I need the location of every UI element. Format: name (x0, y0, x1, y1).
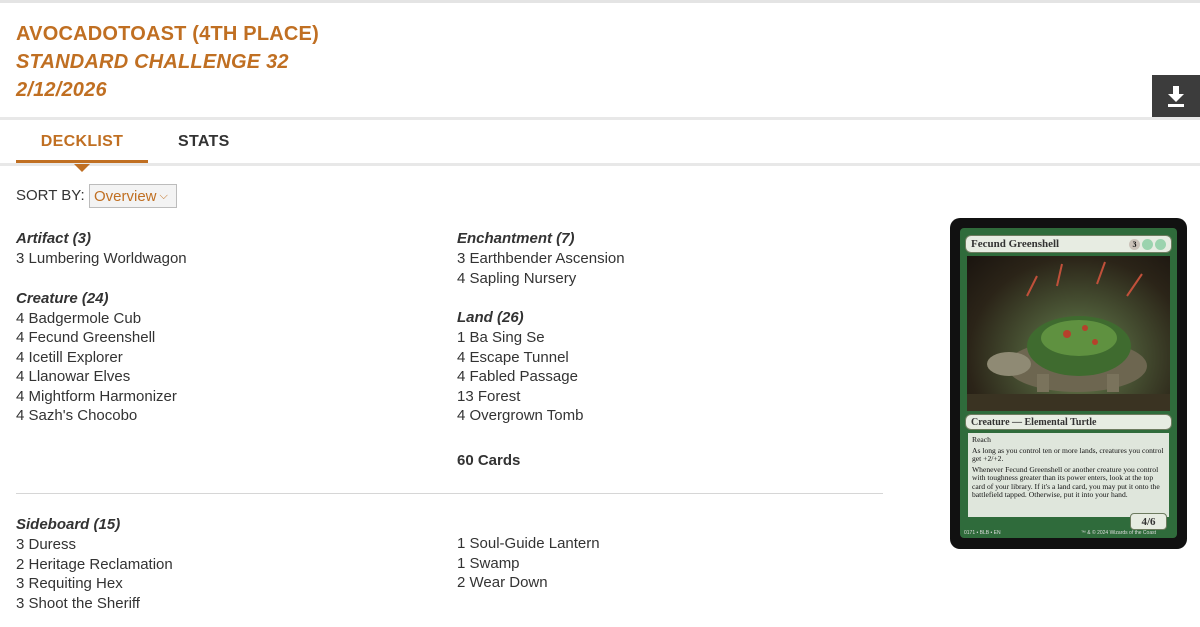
category-heading: Land (26) (457, 309, 524, 326)
player-title: AVOCADOTOAST (4TH PLACE) (16, 23, 319, 45)
tab-decklist[interactable]: DECKLIST (16, 133, 148, 151)
mana-cost: 3 (1129, 238, 1166, 250)
card-line[interactable]: 4 Mightform Harmonizer (16, 387, 187, 407)
deck-column-left: Artifact (3) 3 Lumbering Worldwagon Crea… (16, 229, 187, 426)
card-line[interactable]: 13 Forest (457, 387, 625, 407)
tabs-divider (0, 163, 1200, 166)
card-line[interactable]: 2 Wear Down (457, 573, 600, 593)
card-line[interactable]: 4 Overgrown Tomb (457, 406, 625, 426)
green-mana-icon (1155, 238, 1166, 250)
category-heading: Artifact (3) (16, 230, 92, 247)
card-line[interactable]: 3 Earthbender Ascension (457, 249, 625, 269)
download-icon (1168, 86, 1184, 107)
event-title: STANDARD CHALLENGE 32 (16, 51, 289, 73)
card-line[interactable]: 4 Sazh's Chocobo (16, 406, 187, 426)
card-copyright: ™ & © 2024 Wizards of the Coast (1080, 530, 1156, 536)
card-art (967, 256, 1170, 411)
sort-select-value: Overview (94, 187, 157, 205)
card-line[interactable]: 4 Icetill Explorer (16, 348, 187, 368)
download-button[interactable] (1152, 75, 1200, 117)
generic-mana-icon: 3 (1129, 238, 1140, 250)
sideboard-column-left: Sideboard (15) 3 Duress 2 Heritage Recla… (16, 515, 173, 613)
card-line[interactable]: 3 Lumbering Worldwagon (16, 249, 187, 269)
card-ability: As long as you control ten or more lands… (972, 445, 1164, 463)
card-line[interactable]: 3 Duress (16, 535, 173, 555)
turtle-illustration (967, 261, 1170, 411)
category-heading: Enchantment (7) (457, 230, 575, 247)
card-line[interactable]: 4 Escape Tunnel (457, 348, 625, 368)
card-ability: Whenever Fecund Greenshell or another cr… (972, 464, 1160, 499)
sort-label: SORT BY: (16, 187, 85, 204)
card-line[interactable]: 1 Swamp (457, 554, 600, 574)
sideboard-column-right: 1 Soul-Guide Lantern 1 Swamp 2 Wear Down (457, 534, 600, 593)
header-divider (0, 117, 1200, 120)
top-border (0, 0, 1200, 3)
tab-stats[interactable]: STATS (178, 133, 230, 151)
card-line[interactable]: 1 Ba Sing Se (457, 328, 625, 348)
deck-total: 60 Cards (457, 452, 521, 469)
card-line[interactable]: 3 Requiting Hex (16, 574, 173, 594)
deck-header: AVOCADOTOAST (4TH PLACE) STANDARD CHALLE… (16, 20, 319, 104)
chevron-down-icon: ⌵ (159, 189, 168, 202)
card-line[interactable]: 4 Badgermole Cub (16, 309, 187, 329)
card-type-line: Creature — Elemental Turtle (965, 414, 1172, 430)
card-power-toughness: 4/6 (1130, 513, 1167, 530)
card-preview: Fecund Greenshell 3 Creature — Elemental… (950, 218, 1187, 549)
event-date: 2/12/2026 (16, 79, 107, 101)
card-name: Fecund Greenshell (971, 238, 1060, 250)
green-mana-icon (1142, 238, 1153, 250)
card-line[interactable]: 4 Fecund Greenshell (16, 328, 187, 348)
card-rules-text: Reach As long as you control ten or more… (968, 433, 1169, 517)
active-tab-caret (74, 164, 90, 172)
card-line[interactable]: 4 Sapling Nursery (457, 269, 625, 289)
card-ability: Reach (972, 435, 991, 444)
card-title-bar: Fecund Greenshell 3 (965, 235, 1172, 253)
card-line[interactable]: 2 Heritage Reclamation (16, 555, 173, 575)
card-line[interactable]: 3 Shoot the Sheriff (16, 594, 173, 614)
sort-select[interactable]: Overview ⌵ (89, 184, 177, 208)
card-line[interactable]: 4 Llanowar Elves (16, 367, 187, 387)
card-frame: Fecund Greenshell 3 Creature — Elemental… (960, 228, 1177, 538)
card-line[interactable]: 4 Fabled Passage (457, 367, 625, 387)
sideboard-divider (16, 493, 883, 494)
category-heading: Creature (24) (16, 289, 109, 307)
card-collector-info: 0171 • BLB • EN (964, 530, 1001, 536)
card-footer: 0171 • BLB • EN ™ & © 2024 Wizards of th… (964, 530, 1174, 536)
card-line[interactable]: 1 Soul-Guide Lantern (457, 534, 600, 554)
sideboard-heading: Sideboard (15) (16, 516, 121, 533)
deck-column-right: Enchantment (7) 3 Earthbender Ascension … (457, 229, 625, 426)
